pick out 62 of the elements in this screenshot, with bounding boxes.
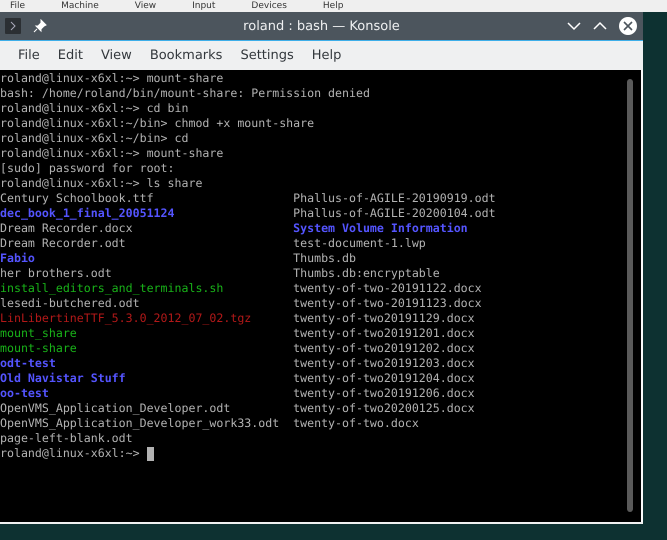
file-name: Century Schoolbook.ttf bbox=[0, 191, 154, 205]
menu-item[interactable]: Help bbox=[302, 48, 350, 63]
file-name: twenty-of-two-20191122.docx bbox=[293, 281, 482, 295]
file-name: twenty-of-two-20191123.docx bbox=[293, 296, 482, 310]
terminal-line: roland@linux-x6xl:~> ls share bbox=[0, 176, 202, 190]
scrollbar[interactable] bbox=[627, 79, 633, 512]
pin-icon[interactable] bbox=[33, 19, 47, 33]
menu-item[interactable]: Edit bbox=[48, 48, 92, 63]
minimize-icon[interactable] bbox=[567, 21, 581, 31]
file-name: twenty-of-two20191203.docx bbox=[293, 356, 475, 370]
terminal-line: roland@linux-x6xl:~/bin> chmod +x mount-share bbox=[0, 116, 314, 130]
file-name: System Volume Information bbox=[293, 221, 468, 235]
menu-item[interactable]: Bookmarks bbox=[140, 48, 232, 63]
host-menu-item[interactable]: File bbox=[10, 1, 26, 11]
file-name: lesedi-butchered.odt bbox=[0, 296, 140, 310]
terminal-line: roland@linux-x6xl:~/bin> cd bbox=[0, 131, 188, 145]
menu-item[interactable]: File bbox=[9, 48, 49, 63]
terminal-line: [sudo] password for root: bbox=[0, 161, 175, 175]
menu-item[interactable]: Settings bbox=[231, 48, 303, 63]
terminal-line: roland@linux-x6xl:~> mount-share bbox=[0, 146, 224, 160]
file-name: twenty-of-two20191204.docx bbox=[293, 371, 475, 385]
file-name: twenty-of-two20200125.docx bbox=[293, 401, 475, 415]
file-name: mount-share bbox=[0, 341, 77, 355]
maximize-icon[interactable] bbox=[593, 21, 607, 31]
file-name: mount_share bbox=[0, 326, 77, 340]
file-name: Dream Recorder.odt bbox=[0, 236, 126, 250]
file-name: twenty-of-two20191202.docx bbox=[293, 341, 475, 355]
host-menu-item[interactable]: Input bbox=[192, 1, 216, 11]
cursor bbox=[146, 446, 154, 460]
file-name: odt-test bbox=[0, 356, 56, 370]
close-icon[interactable] bbox=[619, 17, 637, 35]
menu-item[interactable]: View bbox=[92, 48, 141, 63]
file-name: Thumbs.db:encryptable bbox=[293, 266, 440, 280]
host-menu-item[interactable]: Devices bbox=[251, 1, 287, 11]
file-name: OpenVMS_Application_Developer_work33.odt bbox=[0, 416, 280, 430]
file-name: twenty-of-two20191201.docx bbox=[293, 326, 475, 340]
file-name: install_editors_and_terminals.sh bbox=[0, 281, 224, 295]
file-name: test-document-1.lwp bbox=[293, 236, 426, 250]
file-name: Dream Recorder.docx bbox=[0, 221, 133, 235]
terminal-prompt: roland@linux-x6xl:~> bbox=[0, 446, 140, 461]
host-menu-item[interactable]: View bbox=[134, 1, 156, 11]
file-name: Phallus-of-AGILE-20190919.odt bbox=[293, 191, 496, 205]
file-name: oo-test bbox=[0, 386, 49, 400]
file-name: page-left-blank.odt bbox=[0, 431, 133, 445]
file-name: twenty-of-two20191206.docx bbox=[293, 386, 475, 400]
file-name: LinLibertineTTF_5.3.0_2012_07_02.tgz bbox=[0, 311, 252, 325]
file-name: Thumbs.db bbox=[293, 251, 356, 265]
file-name: twenty-of-two.docx bbox=[293, 416, 419, 430]
file-name: OpenVMS_Application_Developer.odt bbox=[0, 401, 230, 415]
file-name: dec_book_1_final_20051124 bbox=[0, 206, 175, 220]
file-name: Old Navistar Stuff bbox=[0, 371, 126, 385]
terminal-line: roland@linux-x6xl:~> cd bin bbox=[0, 101, 188, 115]
terminal-icon bbox=[5, 18, 21, 34]
file-name: twenty-of-two20191129.docx bbox=[293, 311, 475, 325]
terminal-line: roland@linux-x6xl:~> mount-share bbox=[0, 71, 224, 85]
file-name: Fabio bbox=[0, 251, 35, 265]
file-name: Phallus-of-AGILE-20200104.odt bbox=[293, 206, 496, 220]
terminal-line: bash: /home/roland/bin/mount-share: Permission denied bbox=[0, 86, 370, 100]
host-menu-item[interactable]: Help bbox=[322, 1, 344, 11]
file-name: her brothers.odt bbox=[0, 266, 112, 280]
host-menu-item[interactable]: Machine bbox=[61, 1, 99, 11]
window-title: roland : bash — Konsole bbox=[243, 18, 400, 34]
